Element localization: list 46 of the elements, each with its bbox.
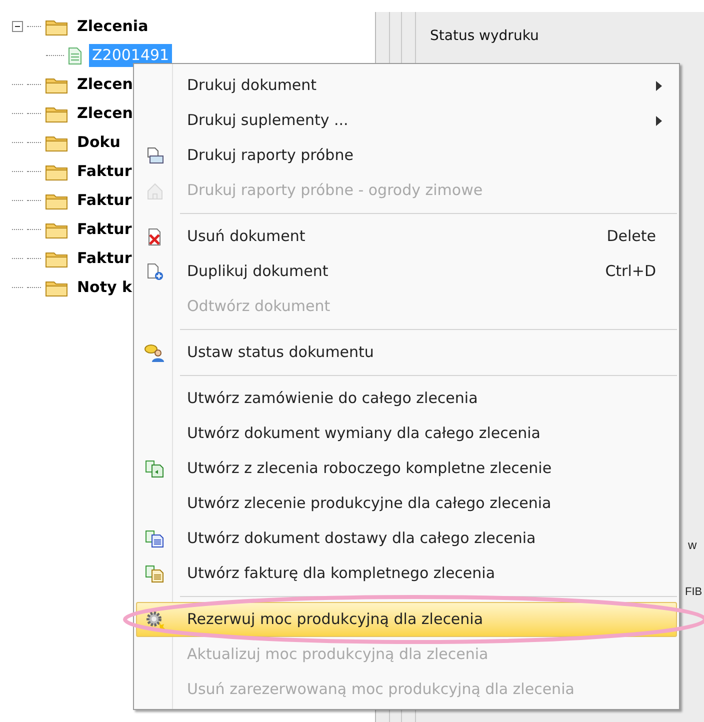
folder-icon — [45, 278, 69, 296]
printer-icon — [146, 146, 164, 164]
submenu-arrow-icon — [656, 116, 662, 126]
documents-icon — [145, 530, 165, 548]
duplicate-icon — [146, 262, 164, 280]
menu-item[interactable]: Utwórz zamówienie do całego zlecenia — [136, 381, 677, 416]
menu-item[interactable]: Rezerwuj moc produkcyjną dla zlecenia — [136, 602, 677, 637]
menu-item[interactable]: Utwórz dokument dostawy dla całego zlecenia — [136, 521, 677, 556]
tree-item[interactable]: Zlecen — [77, 102, 133, 125]
menu-item[interactable]: Usuń dokument Delete — [136, 219, 677, 254]
cell-text: w — [688, 537, 697, 554]
menu-item[interactable]: Utwórz fakturę dla kompletnego zlecenia — [136, 556, 677, 591]
menu-item[interactable]: Ustaw status dokumentu — [136, 335, 677, 370]
folder-icon — [45, 134, 69, 152]
house-icon — [146, 182, 164, 200]
tree-item[interactable]: Faktur — [77, 218, 132, 241]
tree-item[interactable]: Faktur — [77, 247, 132, 270]
menu-item[interactable]: Drukuj suplementy ... — [136, 103, 677, 138]
tree-item[interactable]: Faktur — [77, 189, 132, 212]
folder-icon — [45, 192, 69, 210]
documents-icon — [145, 460, 165, 478]
gear-icon — [145, 610, 165, 630]
menu-item[interactable]: Duplikuj dokument Ctrl+D — [136, 254, 677, 289]
documents-icon — [145, 564, 165, 582]
folder-icon — [45, 76, 69, 94]
folder-icon — [45, 162, 69, 180]
tree-item[interactable]: Zlecenia — [77, 15, 148, 38]
cell-text: FIB — [685, 585, 702, 600]
folder-icon — [45, 220, 69, 238]
menu-item[interactable]: Utwórz zlecenie produkcyjne dla całego zlecenia — [136, 486, 677, 521]
tree-item[interactable]: Faktur — [77, 160, 132, 183]
menu-item[interactable]: Drukuj raporty próbne — [136, 138, 677, 173]
menu-item[interactable]: Utwórz dokument wymiany dla całego zlecenia — [136, 416, 677, 451]
folder-icon — [45, 18, 69, 36]
person-icon — [144, 342, 166, 362]
tree-item[interactable]: Noty k — [77, 276, 132, 299]
tree-item[interactable]: Zlecen — [77, 73, 133, 96]
menu-item[interactable]: Utwórz z zlecenia roboczego kompletne zlecenie — [136, 451, 677, 486]
column-header: Status wydruku — [430, 27, 540, 46]
document-icon — [68, 46, 82, 64]
folder-icon — [45, 104, 69, 122]
submenu-arrow-icon — [656, 80, 662, 90]
collapse-icon[interactable] — [12, 21, 23, 32]
menu-item[interactable]: Drukuj dokument — [136, 68, 677, 103]
folder-icon — [45, 250, 69, 268]
tree-item[interactable]: Doku — [77, 131, 120, 154]
